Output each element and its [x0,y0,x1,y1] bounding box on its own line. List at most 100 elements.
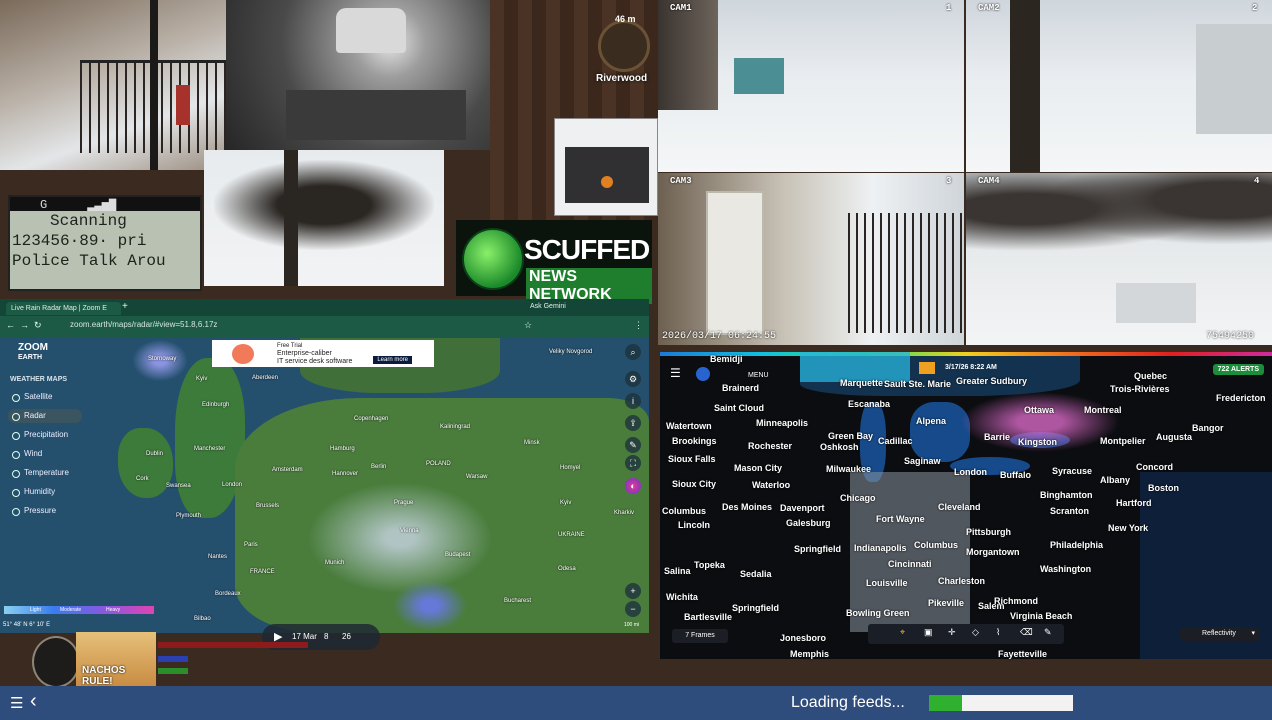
city-label: UKRAINE [558,532,585,538]
radar-city: Milwaukee [826,464,872,474]
reload-icon[interactable]: ↻ [34,320,42,331]
address-field[interactable]: zoom.earth/maps/radar/#view=51.8,6.17z [70,320,217,329]
browser-tab[interactable]: Live Rain Radar Map | Zoom E [6,302,121,315]
cam3-label: CAM3 [670,176,692,186]
share-icon[interactable]: ⇪ [625,415,641,431]
play-icon[interactable] [601,176,613,188]
radar-city: Trois-Rivières [1110,384,1170,394]
scanner-header: G ▂▃▅▇ [10,197,200,212]
player-screen [565,147,649,203]
music-player-window[interactable] [554,118,658,216]
ad-image [232,344,254,364]
back-icon[interactable]: ← [6,320,15,330]
city-label: Amsterdam [272,467,303,473]
radar-city: Boston [1148,483,1179,493]
legend-light: Light [30,607,41,613]
health-bar-blue [158,656,188,662]
city-label: Veliky Novgorod [549,349,593,355]
radar-city: Barrie [984,432,1011,442]
frames-button[interactable]: 7 Frames [672,629,728,643]
polygon-icon[interactable]: ◇ [972,627,984,639]
draw-icon[interactable]: ✎ [625,437,641,453]
bookmark-icon[interactable]: ☆ [524,320,532,331]
radar-city: Watertown [666,421,712,431]
gemini-button[interactable]: Ask Gemini [530,303,566,310]
fullscreen-icon[interactable]: ⛶ [625,455,641,471]
zoom-earth-sidebar: ZOOM EARTH WEATHER MAPS Satellite Radar P… [0,338,85,528]
browser-urlbar: ← → ↻ zoom.earth/maps/radar/#view=51.8,6… [0,303,649,338]
radar-city: Davenport [780,503,825,513]
timeline-date: 17 Mar [292,632,317,641]
ad-learn-more-button[interactable]: Learn more [373,356,412,364]
radar-city: Binghamton [1040,490,1093,500]
city-label: Brussels [256,503,280,509]
alerts-badge[interactable]: 722 ALERTS [1212,364,1264,375]
layers-icon[interactable]: ▣ [924,627,936,639]
measure-icon[interactable]: ⌇ [996,627,1008,639]
layer-wind[interactable]: Wind [8,447,82,461]
location-icon[interactable]: ⌖ [900,627,912,639]
ad-banner[interactable]: Free Trial Enterprise-caliber IT service… [212,340,434,367]
layer-pressure[interactable]: Pressure [8,504,82,518]
crosshair-icon[interactable]: ✛ [948,627,960,639]
radar-city: Washington [1040,564,1092,574]
layer-temperature[interactable]: Temperature [8,466,82,480]
cam4-house [1116,283,1196,323]
satellite-icon [12,394,20,402]
radar-city: Morgantown [966,547,1020,557]
layer-label: Wind [24,449,43,458]
chevron-left-icon[interactable]: ‹ [30,690,37,713]
city-label: Odesa [558,566,576,572]
search-icon[interactable]: ⌕ [625,344,641,360]
layer-precipitation[interactable]: Precipitation [8,428,82,442]
alert-type-icon[interactable] [919,362,935,374]
radar-city: Concord [1136,462,1173,472]
hamburger-icon[interactable]: ☰ [10,694,23,712]
city-label: POLAND [426,461,451,467]
city-label: Bordeaux [215,591,241,597]
radar-city: Sioux City [672,479,717,489]
pencil-icon[interactable]: ✎ [1044,627,1056,639]
radar-date: 3/17/26 8:22 AM [945,364,997,371]
erase-icon[interactable]: ⌫ [1020,627,1033,639]
map-canvas[interactable]: ZOOM EARTH WEATHER MAPS Satellite Radar P… [0,338,649,650]
zoom-earth-logo[interactable]: ZOOM EARTH [6,343,48,362]
radar-panel[interactable]: ☰ MENU 3/17/26 8:22 AM 722 ALERTS Bemidj… [660,352,1272,659]
settings-icon[interactable]: ⚙ [625,371,641,387]
timeline-minute[interactable]: 26 [342,632,351,641]
forward-icon[interactable]: → [20,320,29,330]
radar-mode-icon[interactable] [696,367,710,381]
layer-humidity[interactable]: Humidity [8,485,82,499]
info-icon[interactable]: i [625,393,641,409]
layer-satellite[interactable]: Satellite [8,390,82,404]
radar-city: Augusta [1156,432,1192,442]
zoom-out-icon[interactable]: − [625,601,641,617]
menu-button[interactable]: ☰ [670,366,681,380]
layers-icon[interactable]: ◐ [625,478,641,494]
radar-menu-label[interactable]: MENU [748,372,769,379]
city-label: Warsaw [466,474,488,480]
new-tab-icon[interactable]: + [122,301,128,312]
radar-city: Salina [664,566,691,576]
product-dropdown[interactable]: Reflectivity ▾ [1180,627,1260,641]
map-distance: 46 m [615,14,636,24]
cam-counter: 75494250 [1206,331,1255,342]
cam3-feed: CAM3 3 2026/03/17 06:24:55 [658,173,964,345]
radar-city: Fredericton [1216,393,1266,403]
radar-city: Buffalo [1000,470,1031,480]
zoom-in-icon[interactable]: + [625,583,641,599]
radar-city: Pikeville [928,598,965,608]
radar-city: Fort Wayne [876,514,925,524]
radar-city: Bangor [1192,423,1224,433]
radar-city: Cincinnati [888,559,932,569]
city-label: Dublin [146,451,164,457]
weather-maps-heading[interactable]: WEATHER MAPS [10,376,67,383]
globe-icon [462,228,524,290]
timeline-hour[interactable]: 8 [324,632,328,641]
radar-city: Rochester [748,441,793,451]
scanner-talkgroup: Police Talk Arou [12,252,166,270]
nachos-text: NACHOS RULE! [82,665,126,687]
menu-dots-icon[interactable]: ⋮ [634,320,643,331]
ad-line1: Free Trial [277,343,303,349]
layer-radar[interactable]: Radar [8,409,82,423]
